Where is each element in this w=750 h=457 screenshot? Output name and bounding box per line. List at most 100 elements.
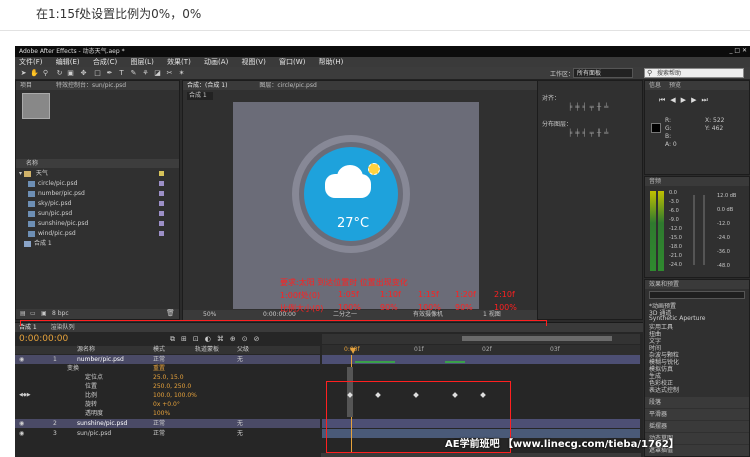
mode-header[interactable]: 模式 — [153, 346, 165, 354]
prop-value[interactable]: 250.0, 250.0 — [153, 382, 191, 391]
mask-tool-icon[interactable]: □ — [93, 69, 102, 78]
property-row[interactable]: 旋转 0x +0.0° — [15, 400, 320, 409]
roto-tool-icon[interactable]: ✂ — [165, 69, 174, 78]
composition-tab[interactable]: 合成：(合成 1) — [187, 82, 227, 89]
window-controls[interactable]: _ □ ✕ — [729, 47, 747, 54]
interpret-footage-icon[interactable]: ▤ — [20, 310, 26, 317]
new-folder-icon[interactable]: ▭ — [30, 310, 36, 317]
layer-parent[interactable]: 无 — [237, 419, 243, 428]
help-search-input[interactable]: 搜索帮助 — [644, 68, 744, 78]
rotate-tool-icon[interactable]: ↻ — [55, 69, 64, 78]
timeline-layer-row[interactable]: ◉ 2 sunshine/pic.psd 正常 无 — [15, 419, 320, 428]
keyframe-nav-icon[interactable]: ◀◆▶ — [19, 391, 31, 400]
project-item[interactable]: circle/pic.psd — [16, 179, 178, 188]
trash-icon[interactable]: 🗑 — [166, 309, 175, 317]
timeline-scrollbar[interactable] — [321, 453, 641, 457]
prop-value[interactable]: 25.0, 15.0 — [153, 373, 184, 382]
timeline-layer-row[interactable]: ◉ 3 sun/pic.psd 正常 无 — [15, 429, 320, 438]
layer-mode[interactable]: 正常 — [153, 355, 165, 364]
pan-behind-tool-icon[interactable]: ✥ — [79, 69, 88, 78]
effects-presets-tab[interactable]: 效果和预置 — [645, 280, 749, 289]
project-tab[interactable]: 项目 — [20, 82, 32, 89]
preset-item[interactable]: 表达式控制 — [649, 385, 679, 394]
menu-effect[interactable]: 效果(T) — [167, 58, 191, 66]
align-buttons-icon[interactable]: ╞╪╡╤╫╧ — [568, 103, 611, 111]
playhead-icon[interactable]: ▼ — [350, 346, 356, 355]
prop-value[interactable]: 0x +0.0° — [153, 400, 180, 409]
eye-icon[interactable]: ◉ — [19, 355, 24, 364]
distribute-buttons-icon[interactable]: ╞╪╡╤╫╧ — [568, 129, 611, 137]
layer-mode[interactable]: 正常 — [153, 429, 165, 438]
info-tab[interactable]: 信息 — [649, 82, 661, 89]
layer-mode[interactable]: 正常 — [153, 419, 165, 428]
eye-icon[interactable]: ◉ — [19, 419, 24, 428]
menu-view[interactable]: 视图(V) — [242, 58, 266, 66]
wiggler-panel-tab[interactable]: 摇摆器 — [645, 421, 749, 432]
timeline-layer-row[interactable]: ◉ 1 number/pic.psd 正常 无 — [15, 355, 320, 364]
timeline-timecode[interactable]: 0:00:00:00 — [19, 334, 68, 344]
bpc-label[interactable]: 8 bpc — [52, 310, 69, 317]
time-ruler[interactable]: 0:00f 01f 02f 03f ▼ — [322, 345, 640, 355]
workspace-select[interactable]: 所有面板 — [573, 68, 633, 78]
zoom-select[interactable]: 50% — [203, 310, 216, 320]
layer-parent[interactable]: 无 — [237, 355, 243, 364]
menu-window[interactable]: 窗口(W) — [279, 58, 305, 66]
menu-help[interactable]: 帮助(H) — [319, 58, 344, 66]
trkmat-header[interactable]: 轨道蒙板 — [195, 346, 219, 354]
comp-breadcrumb[interactable]: 合成 1 — [187, 92, 213, 100]
effects-search-input[interactable] — [649, 291, 745, 299]
menu-animation[interactable]: 动画(A) — [204, 58, 228, 66]
project-item[interactable]: sunshine/pic.psd — [16, 219, 178, 228]
text-tool-icon[interactable]: T — [117, 69, 126, 78]
prop-value[interactable]: 100.0, 100.0% — [153, 391, 197, 400]
property-row[interactable]: 定位点 25.0, 15.0 — [15, 373, 320, 382]
selection-tool-icon[interactable]: ➤ — [19, 69, 28, 78]
project-item[interactable]: wind/pic.psd — [16, 229, 178, 238]
zoom-tool-icon[interactable]: ⚲ — [41, 69, 50, 78]
menu-layer[interactable]: 图层(L) — [130, 58, 153, 66]
layer-tab[interactable]: 图层：circle/pic.psd — [259, 82, 316, 89]
audio-tab[interactable]: 音频 — [645, 177, 749, 186]
preview-tab[interactable]: 预览 — [669, 82, 681, 89]
project-item[interactable]: sky/pic.psd — [16, 199, 178, 208]
menu-composition[interactable]: 合成(C) — [93, 58, 117, 66]
audio-slider-right[interactable] — [703, 195, 705, 265]
menu-file[interactable]: 文件(F) — [19, 58, 43, 66]
expand-arrow-icon[interactable]: ▾ — [19, 170, 22, 177]
transform-group-row[interactable]: 变换 重置 — [15, 364, 320, 373]
work-area-range[interactable] — [462, 336, 612, 341]
project-item[interactable]: number/pic.psd — [16, 189, 178, 198]
effect-controls-tab[interactable]: 特效控制台：sun/pic.psd — [56, 82, 126, 89]
name-column-header[interactable]: 名称 — [16, 159, 179, 168]
property-row[interactable]: ◀◆▶ 比例 100.0, 100.0% — [15, 391, 320, 400]
composition-item[interactable]: 合成 1 — [16, 239, 178, 248]
source-name-header[interactable]: 源名称 — [77, 346, 95, 354]
timeline-switch-icons[interactable]: ⧉⊞⊡◐⌘⊕⊙⊘ — [170, 335, 265, 344]
brush-tool-icon[interactable]: ✎ — [129, 69, 138, 78]
playback-controls-icon[interactable]: ⏮◀▶▶⏭ — [659, 96, 713, 105]
prop-value[interactable]: 100% — [153, 409, 170, 418]
new-comp-icon[interactable]: ▣ — [41, 310, 47, 317]
smoother-panel-tab[interactable]: 平滑器 — [645, 409, 749, 420]
parent-header[interactable]: 父级 — [237, 346, 249, 354]
folder-row[interactable]: ▾ 天气 — [16, 169, 178, 178]
clone-tool-icon[interactable]: ⚘ — [141, 69, 150, 78]
property-row[interactable]: 位置 250.0, 250.0 — [15, 382, 320, 391]
hand-tool-icon[interactable]: ✋ — [30, 69, 39, 78]
audio-slider-left[interactable] — [693, 195, 695, 265]
eye-icon[interactable]: ◉ — [19, 429, 24, 438]
preset-item[interactable]: Synthetic Aperture — [649, 315, 706, 322]
project-item[interactable]: sun/pic.psd — [16, 209, 178, 218]
camera-tool-icon[interactable]: ▣ — [66, 69, 75, 78]
work-area-bar[interactable] — [322, 334, 640, 344]
reset-link[interactable]: 重置 — [153, 364, 165, 373]
layer-parent[interactable]: 无 — [237, 429, 243, 438]
pen-tool-icon[interactable]: ✒ — [105, 69, 114, 78]
level-label: -3.0 — [669, 199, 679, 205]
level-label: -15.0 — [669, 235, 682, 241]
paragraph-panel-tab[interactable]: 段落 — [645, 397, 749, 408]
eraser-tool-icon[interactable]: ◪ — [153, 69, 162, 78]
menu-edit[interactable]: 编辑(E) — [56, 58, 80, 66]
property-row[interactable]: 透明度 100% — [15, 409, 320, 418]
puppet-tool-icon[interactable]: ✶ — [177, 69, 186, 78]
